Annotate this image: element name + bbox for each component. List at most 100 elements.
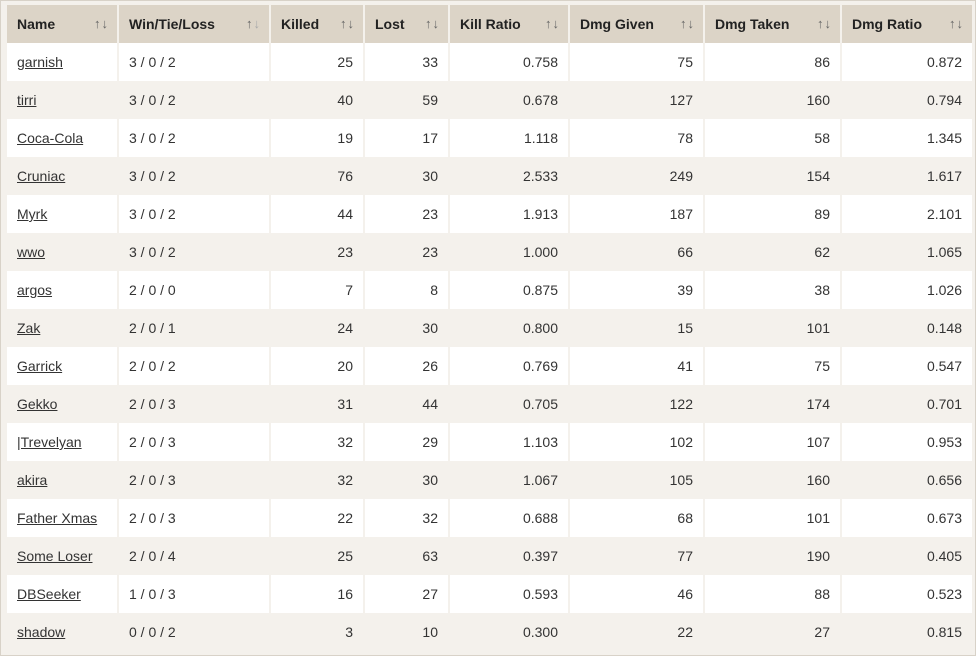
cell-dmg-ratio: 0.405 [842, 537, 972, 575]
column-header-kill-ratio: Kill Ratio ↑↓ [450, 5, 568, 43]
cell-killed: 22 [271, 499, 363, 537]
cell-lost: 33 [365, 43, 448, 81]
player-name-cell: garnish [7, 43, 117, 81]
table-row: argos 2 / 0 / 0 7 8 0.875 39 38 1.026 [7, 271, 972, 309]
sort-descending-icon[interactable]: ↓ [957, 16, 965, 31]
table-row: tirri 3 / 0 / 2 40 59 0.678 127 160 0.794 [7, 81, 972, 119]
cell-killed: 31 [271, 385, 363, 423]
sort-ascending-icon[interactable]: ↑ [949, 16, 957, 31]
player-name-cell: |Trevelyan [7, 423, 117, 461]
table-header: Name ↑↓ Win/Tie/Loss ↑↓ Killed ↑↓ Lost ↑↓ Kill R… [7, 5, 972, 43]
player-name-link[interactable]: Some Loser [17, 548, 92, 564]
sort-controls: ↑↓ [246, 16, 261, 31]
table-row: wwo 3 / 0 / 2 23 23 1.000 66 62 1.065 [7, 233, 972, 271]
cell-killed: 7 [271, 271, 363, 309]
cell-killed: 25 [271, 43, 363, 81]
player-name-link[interactable]: Cruniac [17, 168, 65, 184]
player-name-link[interactable]: argos [17, 282, 52, 298]
player-name-cell: akira [7, 461, 117, 499]
cell-lost: 23 [365, 233, 448, 271]
cell-win-tie-loss: 2 / 0 / 3 [119, 385, 269, 423]
column-header-name: Name ↑↓ [7, 5, 117, 43]
cell-dmg-ratio: 0.701 [842, 385, 972, 423]
sort-ascending-icon[interactable]: ↑ [545, 16, 553, 31]
cell-dmg-taken: 75 [705, 347, 840, 385]
player-name-link[interactable]: DBSeeker [17, 586, 81, 602]
player-name-cell: Coca-Cola [7, 119, 117, 157]
cell-kill-ratio: 1.103 [450, 423, 568, 461]
cell-dmg-given: 249 [570, 157, 703, 195]
player-name-link[interactable]: shadow [17, 624, 65, 640]
cell-kill-ratio: 0.300 [450, 613, 568, 651]
sort-descending-icon[interactable]: ↓ [102, 16, 110, 31]
sort-ascending-icon[interactable]: ↑ [680, 16, 688, 31]
player-name-link[interactable]: Myrk [17, 206, 47, 222]
sort-ascending-icon[interactable]: ↑ [246, 16, 254, 31]
sort-controls: ↑↓ [545, 16, 560, 31]
sort-descending-icon[interactable]: ↓ [433, 16, 441, 31]
cell-dmg-given: 127 [570, 81, 703, 119]
cell-kill-ratio: 2.533 [450, 157, 568, 195]
cell-win-tie-loss: 3 / 0 / 2 [119, 43, 269, 81]
table-body: garnish 3 / 0 / 2 25 33 0.758 75 86 0.872 tirri 3… [7, 43, 972, 651]
column-header-dmg-given: Dmg Given ↑↓ [570, 5, 703, 43]
cell-win-tie-loss: 3 / 0 / 2 [119, 195, 269, 233]
table-row: Myrk 3 / 0 / 2 44 23 1.913 187 89 2.101 [7, 195, 972, 233]
sort-descending-icon[interactable]: ↓ [254, 16, 262, 31]
cell-win-tie-loss: 2 / 0 / 0 [119, 271, 269, 309]
player-name-link[interactable]: akira [17, 472, 47, 488]
player-name-link[interactable]: wwo [17, 244, 45, 260]
cell-lost: 30 [365, 461, 448, 499]
sort-ascending-icon[interactable]: ↑ [94, 16, 102, 31]
cell-lost: 26 [365, 347, 448, 385]
player-name-link[interactable]: Gekko [17, 396, 57, 412]
player-name-link[interactable]: tirri [17, 92, 36, 108]
column-header-label: Dmg Ratio [852, 16, 922, 32]
column-header-label: Dmg Taken [715, 16, 790, 32]
cell-win-tie-loss: 1 / 0 / 3 [119, 575, 269, 613]
player-name-link[interactable]: Garrick [17, 358, 62, 374]
cell-dmg-taken: 160 [705, 461, 840, 499]
column-header-lost: Lost ↑↓ [365, 5, 448, 43]
cell-dmg-taken: 88 [705, 575, 840, 613]
cell-win-tie-loss: 2 / 0 / 4 [119, 537, 269, 575]
cell-lost: 44 [365, 385, 448, 423]
sort-descending-icon[interactable]: ↓ [688, 16, 696, 31]
cell-kill-ratio: 1.000 [450, 233, 568, 271]
cell-killed: 25 [271, 537, 363, 575]
sort-descending-icon[interactable]: ↓ [553, 16, 561, 31]
cell-killed: 16 [271, 575, 363, 613]
cell-killed: 23 [271, 233, 363, 271]
cell-dmg-taken: 58 [705, 119, 840, 157]
cell-dmg-given: 78 [570, 119, 703, 157]
player-name-link[interactable]: |Trevelyan [17, 434, 82, 450]
cell-dmg-ratio: 0.656 [842, 461, 972, 499]
cell-killed: 3 [271, 613, 363, 651]
cell-win-tie-loss: 2 / 0 / 1 [119, 309, 269, 347]
player-name-link[interactable]: Father Xmas [17, 510, 97, 526]
column-header-label: Name [17, 16, 56, 32]
table-row: shadow 0 / 0 / 2 3 10 0.300 22 27 0.815 [7, 613, 972, 651]
cell-dmg-taken: 107 [705, 423, 840, 461]
cell-lost: 32 [365, 499, 448, 537]
player-name-link[interactable]: garnish [17, 54, 63, 70]
sort-ascending-icon[interactable]: ↑ [340, 16, 348, 31]
player-name-link[interactable]: Coca-Cola [17, 130, 83, 146]
sort-descending-icon[interactable]: ↓ [348, 16, 356, 31]
cell-lost: 27 [365, 575, 448, 613]
cell-lost: 59 [365, 81, 448, 119]
player-name-cell: Father Xmas [7, 499, 117, 537]
cell-dmg-given: 68 [570, 499, 703, 537]
sort-ascending-icon[interactable]: ↑ [425, 16, 433, 31]
sort-descending-icon[interactable]: ↓ [825, 16, 833, 31]
cell-win-tie-loss: 2 / 0 / 2 [119, 347, 269, 385]
player-name-link[interactable]: Zak [17, 320, 40, 336]
cell-dmg-given: 46 [570, 575, 703, 613]
cell-dmg-ratio: 1.345 [842, 119, 972, 157]
column-header-label: Dmg Given [580, 16, 654, 32]
cell-win-tie-loss: 2 / 0 / 3 [119, 499, 269, 537]
player-name-cell: Gekko [7, 385, 117, 423]
sort-ascending-icon[interactable]: ↑ [817, 16, 825, 31]
cell-kill-ratio: 0.397 [450, 537, 568, 575]
cell-dmg-taken: 101 [705, 499, 840, 537]
